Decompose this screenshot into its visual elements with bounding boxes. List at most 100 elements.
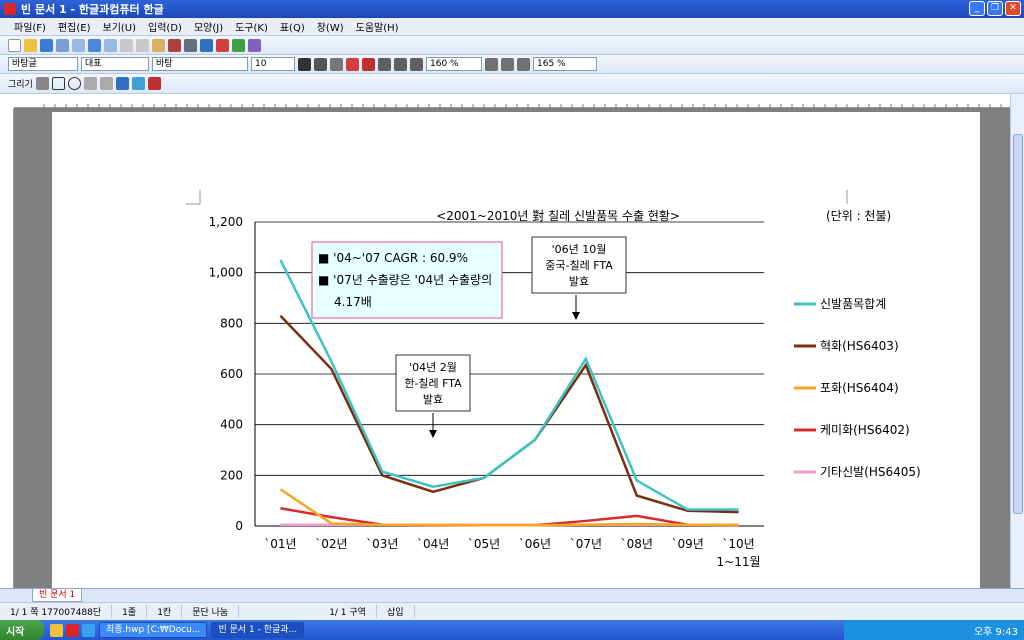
align-left-icon[interactable] [378,57,391,71]
callout-1-line-3: 발효 [423,393,443,406]
menu-tools[interactable]: 도구(K) [235,19,268,34]
list-icon[interactable] [517,57,530,71]
style-select[interactable]: 바탕글 [8,57,78,71]
scroll-thumb[interactable] [1013,134,1023,514]
series-line [279,314,739,514]
callout-1-line-2: 한-칠레 FTA [404,377,462,390]
vertical-ruler[interactable] [0,108,14,588]
find-icon[interactable] [184,38,197,52]
textbox-tool-icon[interactable] [115,77,129,90]
tab-document-1[interactable]: 빈 문서 1 [32,589,83,602]
window-title: 빈 문서 1 - 한글과컴퓨터 한글 [21,3,164,16]
menu-format[interactable]: 모양(J) [194,19,223,34]
chart-icon[interactable] [216,38,229,52]
paste-icon[interactable] [152,38,165,52]
open-folder-icon[interactable] [24,38,37,52]
rectangle-tool-icon[interactable] [51,77,65,90]
x-category-note: 1~11월 [717,555,761,569]
menu-edit[interactable]: 편집(E) [58,19,91,34]
copy-icon[interactable] [136,38,149,52]
menu-window[interactable]: 창(W) [317,19,344,34]
polygon-tool-icon[interactable] [99,77,113,90]
font-size-select[interactable]: 10 [251,57,295,71]
y-tick-label: 1,200 [209,215,243,229]
callout-2-line-3: 발효 [569,275,589,288]
menu-help[interactable]: 도움말(H) [356,19,399,34]
preview-icon[interactable] [72,38,85,52]
y-tick-label: 400 [220,418,243,432]
task-final-hwp[interactable]: 최종.hwp [C:₩Docu... [99,622,208,638]
info-line-3: 4.17배 [334,295,372,309]
horizontal-ruler[interactable] [14,94,1010,108]
font-color-icon[interactable] [346,57,359,71]
hwp-app-icon[interactable] [4,3,16,15]
save-icon[interactable] [40,38,53,52]
menu-insert[interactable]: 입력(D) [148,19,182,34]
x-tick-label: `10년 [722,537,754,551]
table-icon[interactable] [200,38,213,52]
redo-icon[interactable] [104,38,117,52]
shape-icon[interactable] [248,38,261,52]
outdent-icon[interactable] [501,57,514,71]
format-painter-icon[interactable] [168,38,181,52]
x-tick-label: `04년 [417,537,449,551]
legend-label: 신발품목합계 [820,297,886,311]
arrow-down-icon [429,430,437,438]
underline-icon[interactable] [330,57,343,71]
new-document-icon[interactable] [8,38,21,52]
arrow-down-icon [572,312,580,320]
arc-tool-icon[interactable] [83,77,97,90]
indent-icon[interactable] [485,57,498,71]
restore-button[interactable]: ❐ [987,1,1003,16]
task-blank-doc[interactable]: 빈 문서 1 - 한글과... [211,622,305,638]
y-tick-label: 0 [235,519,243,533]
document-page[interactable]: <2001~2010년 對 칠레 신발품목 수출 현황> (단위 : 천불) 0… [52,112,980,588]
bold-icon[interactable] [298,57,311,71]
status-mode[interactable]: 삽입 [377,605,415,618]
ie-icon[interactable] [82,623,95,637]
x-tick-label: `02년 [315,537,347,551]
quick-launch-icon[interactable] [50,623,63,637]
menu-bar: 파일(F) 편집(E) 보기(U) 입력(D) 모양(J) 도구(K) 표(Q)… [0,18,1024,36]
menu-view[interactable]: 보기(U) [103,19,137,34]
cut-icon[interactable] [120,38,133,52]
draw-menu-label[interactable]: 그리기 [8,77,33,90]
x-tick-label: `05년 [468,537,500,551]
align-center-icon[interactable] [394,57,407,71]
callout-2-line-2: 중국-칠레 FTA [545,259,613,272]
start-button[interactable]: 시작 [0,620,44,640]
ellipse-tool-icon[interactable] [67,77,81,90]
status-bar: 1/ 1 쪽 177007488단 1줄 1칸 문단 나눔 1/ 1 구역 삽입 [0,602,1024,620]
menu-file[interactable]: 파일(F) [14,19,46,34]
vertical-scrollbar[interactable] [1010,94,1024,588]
undo-icon[interactable] [88,38,101,52]
align-justify-icon[interactable] [362,57,375,71]
minimize-button[interactable]: _ [969,1,985,16]
align-right-icon[interactable] [410,57,423,71]
info-box: ■ '04~'07 CAGR : 60.9% ■ '07년 수출량은 '04년 … [311,241,503,319]
status-page: 1/ 1 쪽 177007488단 [0,605,113,618]
language-select[interactable]: 대표 [81,57,149,71]
format-toolbar: 바탕글 대표 바탕 10 160 % 165 % [0,55,1024,74]
clock[interactable]: 오후 9:43 [974,623,1018,638]
font-select[interactable]: 바탕 [152,57,248,71]
hwp-quick-icon[interactable] [66,623,79,637]
line-color-icon[interactable] [147,77,161,90]
picture-icon[interactable] [232,38,245,52]
y-tick-label: 600 [220,367,243,381]
line-tool-icon[interactable] [35,77,49,90]
line-spacing-select[interactable]: 160 % [426,57,482,71]
page-margin-marks [186,190,848,205]
fill-color-icon[interactable] [131,77,145,90]
close-button[interactable]: ✕ [1005,1,1021,16]
x-axis: `01년 `02년 `03년 `04년 `05년 `06년 `07년 `08년 `09년 `10년… [255,525,764,569]
y-tick-label: 200 [220,468,243,482]
zoom-select[interactable]: 165 % [533,57,597,71]
callout-china-chile-fta: '06년 10월 중국-칠레 FTA 발효 [531,236,627,320]
x-tick-label: `09년 [671,537,703,551]
print-icon[interactable] [56,38,69,52]
title-bar: 빈 문서 1 - 한글과컴퓨터 한글 _ ❐ ✕ [0,0,1024,18]
italic-icon[interactable] [314,57,327,71]
status-section: 1/ 1 구역 [319,605,377,618]
menu-table[interactable]: 표(Q) [280,19,305,34]
